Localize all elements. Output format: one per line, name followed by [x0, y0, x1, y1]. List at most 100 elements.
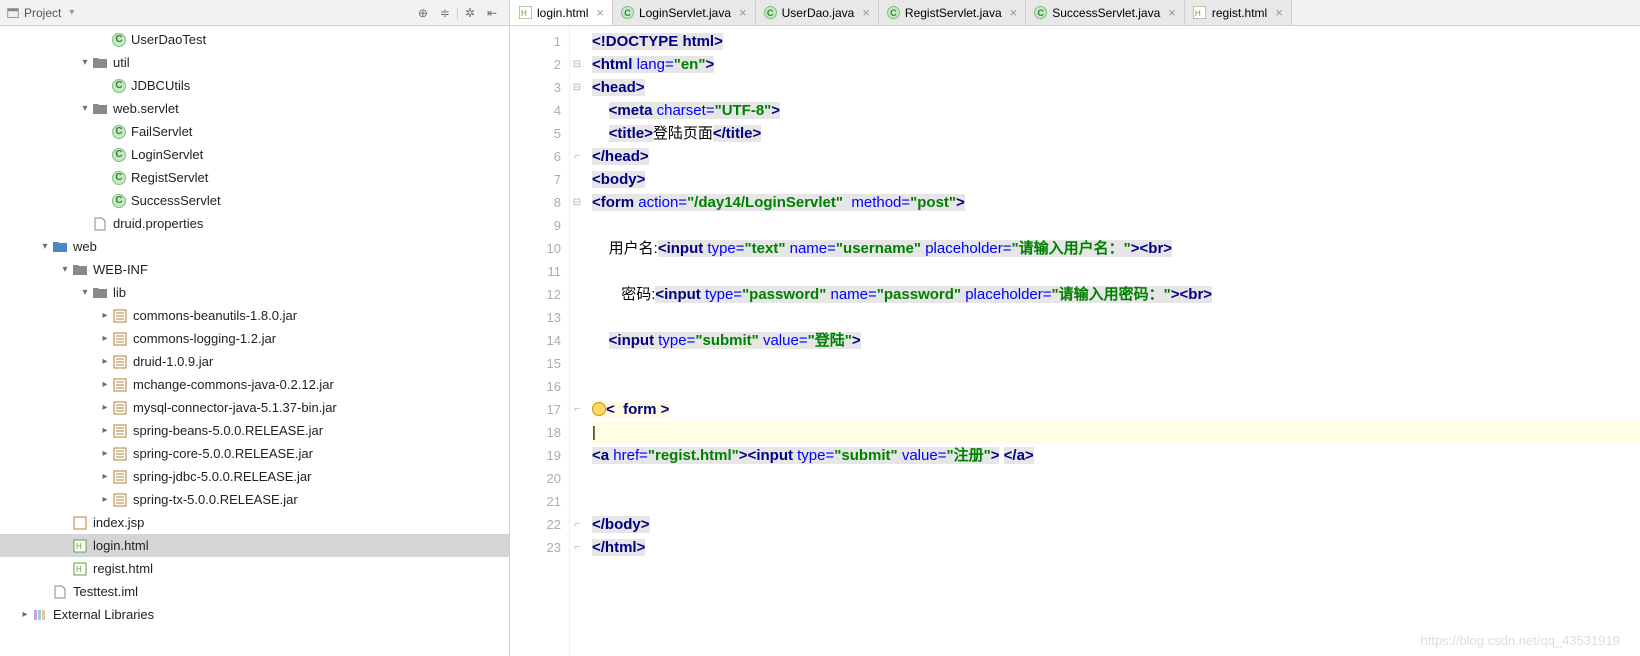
close-icon[interactable]: ×: [1168, 5, 1176, 20]
jar-icon: [112, 377, 128, 393]
tree-label: WEB-INF: [93, 262, 148, 277]
tree-item[interactable]: CLoginServlet: [0, 143, 509, 166]
chevron-icon[interactable]: ▸: [98, 471, 112, 482]
code-line[interactable]: [592, 260, 1640, 283]
code-line[interactable]: [592, 214, 1640, 237]
tree-item[interactable]: ▾web.servlet: [0, 97, 509, 120]
chevron-icon[interactable]: ▸: [98, 448, 112, 459]
tree-item[interactable]: CSuccessServlet: [0, 189, 509, 212]
html-icon: H: [1193, 6, 1207, 20]
file-icon: [52, 584, 68, 600]
close-icon[interactable]: ×: [596, 5, 604, 20]
close-icon[interactable]: ×: [739, 5, 747, 20]
tree-item[interactable]: ▸mchange-commons-java-0.2.12.jar: [0, 373, 509, 396]
chevron-icon[interactable]: ▾: [78, 287, 92, 298]
code-line[interactable]: </html>: [592, 536, 1640, 559]
code-line[interactable]: [592, 490, 1640, 513]
chevron-icon[interactable]: ▾: [58, 264, 72, 275]
tree-item[interactable]: Testtest.iml: [0, 580, 509, 603]
editor-area: Hlogin.html×CLoginServlet.java×CUserDao.…: [510, 0, 1640, 656]
tree-item[interactable]: index.jsp: [0, 511, 509, 534]
chevron-icon[interactable]: ▸: [98, 379, 112, 390]
tree-item[interactable]: ▸spring-core-5.0.0.RELEASE.jar: [0, 442, 509, 465]
chevron-icon[interactable]: ▸: [98, 333, 112, 344]
svg-text:H: H: [76, 542, 82, 551]
code-line[interactable]: [592, 352, 1640, 375]
jar-icon: [112, 331, 128, 347]
code-line[interactable]: <head>: [592, 76, 1640, 99]
code-line[interactable]: <input type="submit" value="登陆">: [592, 329, 1640, 352]
chevron-icon[interactable]: ▾: [38, 241, 52, 252]
tree-item[interactable]: CUserDaoTest: [0, 28, 509, 51]
code-line[interactable]: [592, 467, 1640, 490]
chevron-icon[interactable]: ▸: [98, 310, 112, 321]
tree-item[interactable]: CFailServlet: [0, 120, 509, 143]
code-line[interactable]: 用户名:<input type="text" name="username" p…: [592, 237, 1640, 260]
editor-tab[interactable]: Hlogin.html×: [510, 0, 613, 25]
code-line[interactable]: < form >: [592, 398, 1640, 421]
editor-tab[interactable]: CRegistServlet.java×: [879, 0, 1026, 25]
code-line[interactable]: <!DOCTYPE html>: [592, 30, 1640, 53]
tree-label: RegistServlet: [131, 170, 208, 185]
tree-item[interactable]: ▸mysql-connector-java-5.1.37-bin.jar: [0, 396, 509, 419]
jar-icon: [112, 354, 128, 370]
chevron-icon[interactable]: ▾: [78, 57, 92, 68]
tree-label: web: [73, 239, 97, 254]
chevron-icon[interactable]: ▸: [98, 356, 112, 367]
code-line[interactable]: <body>: [592, 168, 1640, 191]
code-line[interactable]: <a href="regist.html"><input type="submi…: [592, 444, 1640, 467]
code-line[interactable]: </body>: [592, 513, 1640, 536]
chevron-icon[interactable]: ▸: [98, 425, 112, 436]
tree-label: index.jsp: [93, 515, 144, 530]
tree-label: commons-beanutils-1.8.0.jar: [133, 308, 297, 323]
code-line[interactable]: </head>: [592, 145, 1640, 168]
tree-item[interactable]: ▸commons-logging-1.2.jar: [0, 327, 509, 350]
close-icon[interactable]: ×: [1275, 5, 1283, 20]
tree-item[interactable]: CJDBCUtils: [0, 74, 509, 97]
editor-tab[interactable]: Hregist.html ×: [1185, 0, 1292, 25]
close-icon[interactable]: ×: [862, 5, 870, 20]
target-icon[interactable]: ⊕: [414, 4, 432, 22]
chevron-icon[interactable]: ▾: [78, 103, 92, 114]
tree-item[interactable]: Hlogin.html: [0, 534, 509, 557]
hide-icon[interactable]: ⇤: [483, 4, 501, 22]
editor-tab[interactable]: CUserDao.java×: [756, 0, 879, 25]
tree-item[interactable]: ▸spring-beans-5.0.0.RELEASE.jar: [0, 419, 509, 442]
dropdown-icon[interactable]: ▾: [69, 7, 74, 18]
chevron-icon[interactable]: ▸: [18, 609, 32, 620]
code-content[interactable]: <!DOCTYPE html><html lang="en"><head> <m…: [584, 26, 1640, 656]
code-line[interactable]: <html lang="en">: [592, 53, 1640, 76]
code-line[interactable]: [592, 375, 1640, 398]
tree-item[interactable]: ▸ commons-beanutils-1.8.0.jar: [0, 304, 509, 327]
editor-tab[interactable]: CSuccessServlet.java×: [1026, 0, 1185, 25]
code-line[interactable]: |: [592, 421, 1640, 444]
tree-item[interactable]: ▾util: [0, 51, 509, 74]
code-line[interactable]: [592, 306, 1640, 329]
code-line[interactable]: <title>登陆页面</title>: [592, 122, 1640, 145]
tree-item[interactable]: CRegistServlet: [0, 166, 509, 189]
tab-label: RegistServlet.java: [905, 6, 1002, 20]
tree-item[interactable]: ▸spring-jdbc-5.0.0.RELEASE.jar: [0, 465, 509, 488]
tab-label: regist.html: [1212, 6, 1267, 20]
tree-item[interactable]: druid.properties: [0, 212, 509, 235]
chevron-icon[interactable]: ▸: [98, 494, 112, 505]
tree-item[interactable]: ▾lib: [0, 281, 509, 304]
tree-item[interactable]: ▾ WEB-INF: [0, 258, 509, 281]
editor-tab[interactable]: CLoginServlet.java×: [613, 0, 756, 25]
code-line[interactable]: 密码:<input type="password" name="password…: [592, 283, 1640, 306]
html-icon: H: [72, 561, 88, 577]
code-editor[interactable]: 1234567891011121314151617181920212223 ⊟⊟…: [510, 26, 1640, 656]
tree-item[interactable]: ▸External Libraries: [0, 603, 509, 626]
project-tree[interactable]: CUserDaoTest▾utilCJDBCUtils▾web.servletC…: [0, 26, 509, 656]
gear-icon[interactable]: ✲: [461, 4, 479, 22]
collapse-icon[interactable]: ≑: [436, 4, 454, 22]
chevron-icon[interactable]: ▸: [98, 402, 112, 413]
code-line[interactable]: <form action="/day14/LoginServlet" metho…: [592, 191, 1640, 214]
tree-item[interactable]: Hregist.html: [0, 557, 509, 580]
tree-item[interactable]: ▸druid-1.0.9.jar: [0, 350, 509, 373]
tree-item[interactable]: ▾ web: [0, 235, 509, 258]
tree-item[interactable]: ▸spring-tx-5.0.0.RELEASE.jar: [0, 488, 509, 511]
close-icon[interactable]: ×: [1010, 5, 1018, 20]
tree-label: FailServlet: [131, 124, 192, 139]
code-line[interactable]: <meta charset="UTF-8">: [592, 99, 1640, 122]
